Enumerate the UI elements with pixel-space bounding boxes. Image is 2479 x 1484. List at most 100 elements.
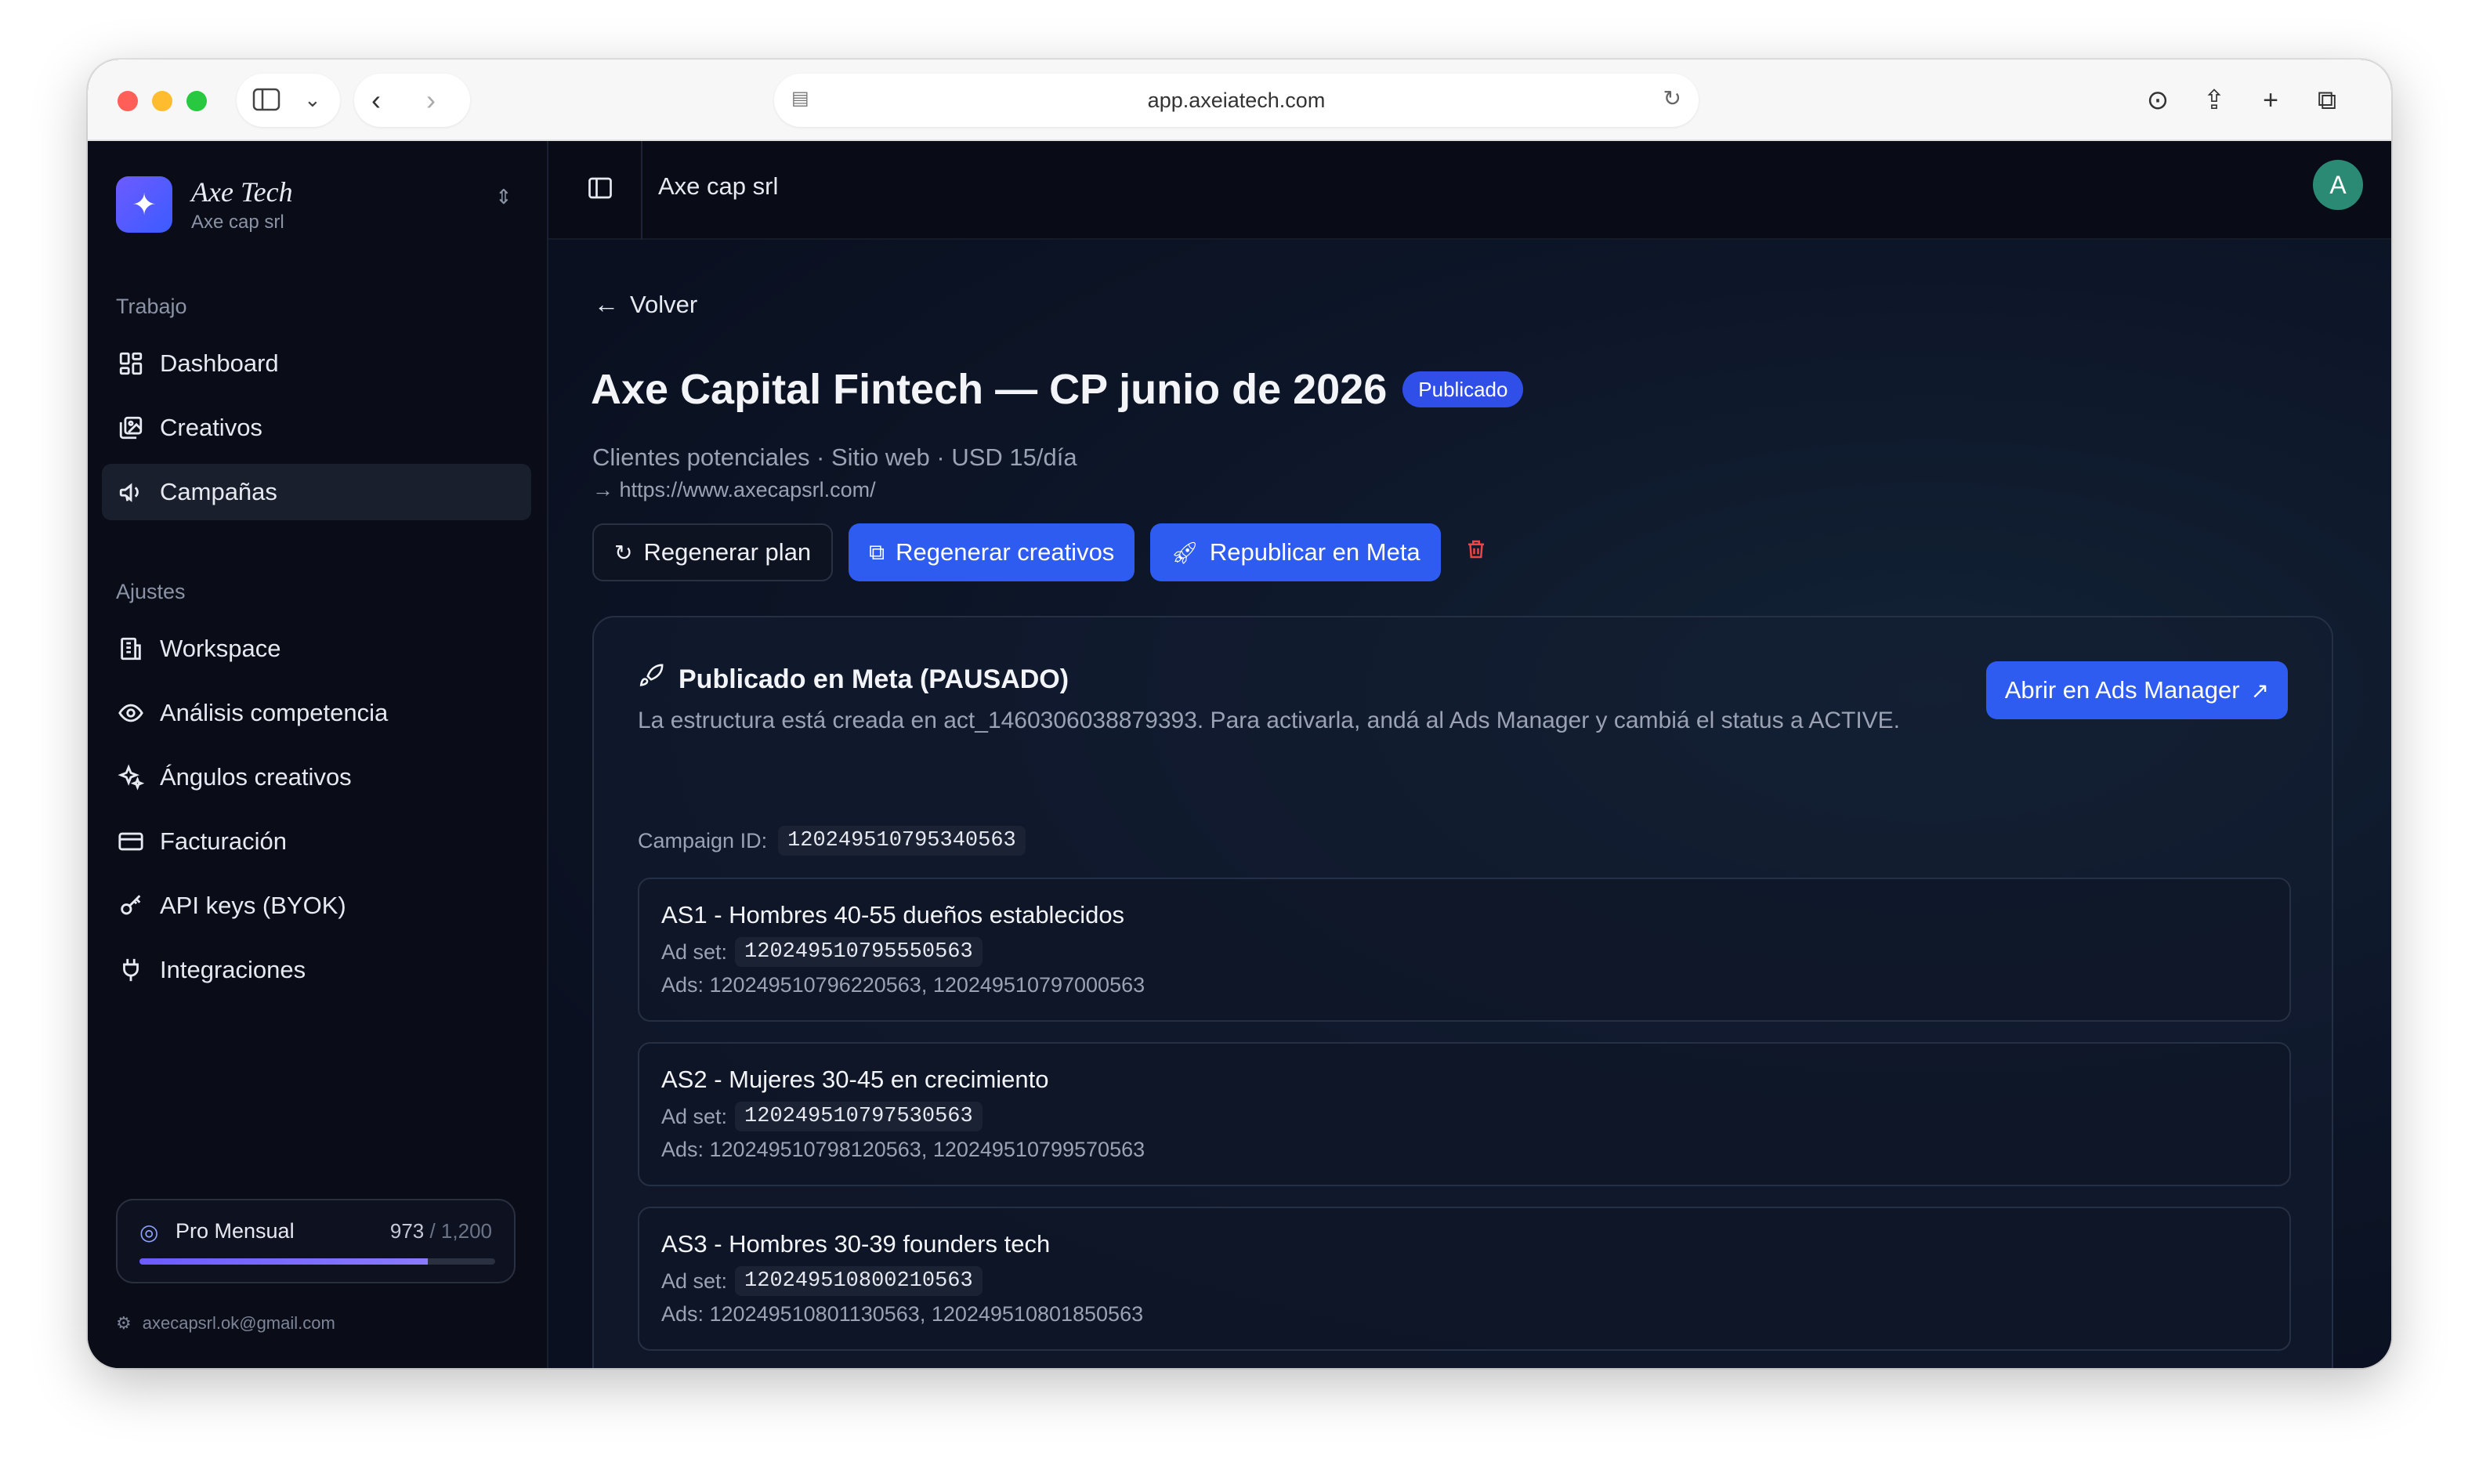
sidebar-item-label: Campañas (160, 478, 277, 505)
chevron-up-down-icon[interactable]: ⇕ (495, 185, 512, 209)
chevron-down-icon[interactable]: ⌄ (304, 89, 321, 110)
adset-name: AS1 - Hombres 40-55 dueños establecidos (661, 901, 1125, 928)
forward-arrow-icon[interactable]: › (426, 86, 436, 114)
sidebar-item-api-keys[interactable]: API keys (BYOK) (102, 878, 531, 934)
adset-card: AS3 - Hombres 30-39 founders tech Ad set… (638, 1207, 2291, 1351)
url-text: app.axeiatech.com (1147, 88, 1326, 112)
adset-label: Ad set: (661, 939, 728, 964)
new-tab-icon[interactable]: + (2244, 74, 2297, 127)
plan-usage-card[interactable]: ◎ Pro Mensual 973 / 1,200 (116, 1199, 516, 1283)
arrow-left-icon: ← (594, 290, 619, 318)
building-icon (116, 634, 146, 664)
plan-progress-fill (139, 1258, 428, 1265)
campaign-subtitle: Clientes potenciales · Sitio web · USD 1… (592, 443, 1077, 471)
reload-icon[interactable]: ↻ (1663, 88, 1681, 110)
minimize-window-button[interactable] (152, 91, 172, 111)
tabs-overview-icon[interactable]: ⧉ (2300, 74, 2354, 127)
campaign-id-label: Campaign ID: (638, 828, 768, 852)
account-row[interactable]: ⚙ axecapsrl.ok@gmail.com (116, 1313, 335, 1334)
sidebar-item-creativos[interactable]: Creativos (102, 400, 531, 456)
sidebar-item-label: Integraciones (160, 956, 306, 983)
sidebar: ✦ Axe Tech Axe cap srl ⇕ Trabajo Dashboa… (88, 141, 548, 1368)
page-icon: ▤ (791, 88, 809, 109)
back-label: Volver (630, 290, 698, 318)
topbar: Axe cap srl A (548, 141, 2391, 240)
page-title: Axe Capital Fintech — CP junio de 2026 (591, 366, 1388, 413)
images-icon (116, 413, 146, 443)
sidebar-item-facturacion[interactable]: Facturación (102, 813, 531, 870)
sidebar-item-campanas[interactable]: Campañas (102, 464, 531, 520)
sidebar-item-integraciones[interactable]: Integraciones (102, 942, 531, 998)
plan-progress-bar (139, 1258, 495, 1265)
plug-icon (116, 955, 146, 985)
sidebar-item-label: Análisis competencia (160, 699, 389, 726)
status-badge: Publicado (1402, 371, 1524, 407)
adset-id-value[interactable]: 120249510800210563 (735, 1266, 983, 1296)
campaign-id-row: Campaign ID: 120249510795340563 (638, 826, 1026, 856)
sidebar-item-dashboard[interactable]: Dashboard (102, 335, 531, 392)
workspace-switcher[interactable]: ✦ Axe Tech Axe cap srl (116, 176, 293, 233)
brand-subtitle: Axe cap srl (191, 212, 284, 233)
external-link-icon: ↗ (2250, 678, 2269, 703)
gear-icon[interactable]: ⚙ (116, 1313, 132, 1334)
back-arrow-icon[interactable]: ‹ (371, 86, 381, 114)
dashboard-icon (116, 349, 146, 378)
rocket-icon (638, 663, 664, 696)
regenerate-plan-button[interactable]: ↻ Regenerar plan (592, 523, 834, 581)
plan-total: / 1,200 (429, 1219, 492, 1243)
back-link[interactable]: ← Volver (594, 290, 697, 319)
open-ads-manager-button[interactable]: Abrir en Ads Manager ↗ (1985, 661, 2288, 719)
sidebar-item-label: Ángulos creativos (160, 763, 352, 791)
adset-name: AS2 - Mujeres 30-45 en crecimiento (661, 1066, 1049, 1093)
megaphone-icon (116, 477, 146, 507)
key-icon (116, 891, 146, 921)
regenerate-creatives-button[interactable]: ⧉ Regenerar creativos (849, 523, 1135, 581)
section-label-settings: Ajustes (116, 580, 186, 603)
browser-sidebar-toggle[interactable]: ⌄ (237, 74, 340, 127)
zoom-window-button[interactable] (186, 91, 207, 111)
regenerate-creatives-label: Regenerar creativos (896, 538, 1115, 566)
sidebar-item-label: Creativos (160, 414, 262, 441)
browser-toolbar: ⌄ ‹ › ▤ app.axeiatech.com ↻ ⊙ ⇪ + ⧉ (88, 60, 2391, 141)
main-content: Axe cap srl A ← Volver Axe Capital Finte… (548, 141, 2391, 1368)
adset-card: AS2 - Mujeres 30-45 en crecimiento Ad se… (638, 1042, 2291, 1186)
plan-usage-count: 973 / 1,200 (390, 1219, 492, 1243)
republish-meta-button[interactable]: 🚀︎ Republicar en Meta (1150, 523, 1441, 581)
refresh-icon: ↻ (614, 540, 633, 565)
close-window-button[interactable] (118, 91, 138, 111)
account-email: axecapsrl.ok@gmail.com (142, 1313, 335, 1333)
card-description: La estructura está creada en act_1460306… (638, 708, 1901, 733)
adset-id-value[interactable]: 120249510795550563 (735, 937, 983, 967)
section-label-work: Trabajo (116, 295, 187, 318)
sidebar-item-workspace[interactable]: Workspace (102, 621, 531, 677)
sidebar-item-angulos-creativos[interactable]: Ángulos creativos (102, 749, 531, 805)
credits-icon: ◎ (139, 1220, 159, 1244)
sidebar-toggle-icon[interactable] (586, 174, 617, 205)
sidebar-icon (252, 88, 280, 116)
action-buttons: ↻ Regenerar plan ⧉ Regenerar creativos 🚀… (592, 523, 1488, 581)
card-header: Publicado en Meta (PAUSADO) (638, 663, 1069, 696)
campaign-url[interactable]: → https://www.axecapsrl.com/ (592, 478, 876, 502)
adset-id-value[interactable]: 120249510797530563 (735, 1102, 983, 1131)
address-bar[interactable]: ▤ app.axeiatech.com ↻ (774, 74, 1699, 127)
trash-icon[interactable] (1464, 537, 1488, 568)
open-ads-manager-label: Abrir en Ads Manager (2004, 676, 2240, 704)
eye-icon (116, 698, 146, 728)
regenerate-plan-label: Regenerar plan (643, 538, 812, 566)
adset-id-row: Ad set: 120249510795550563 (661, 937, 983, 967)
sidebar-item-label: API keys (BYOK) (160, 892, 346, 919)
images-icon: ⧉ (869, 539, 885, 564)
share-icon[interactable]: ⇪ (2188, 74, 2241, 127)
sparkles-icon (116, 762, 146, 792)
browser-navigation: ‹ › (354, 74, 470, 127)
plan-name: Pro Mensual (176, 1219, 295, 1243)
topbar-divider (641, 141, 642, 240)
download-icon[interactable]: ⊙ (2131, 74, 2184, 127)
adset-card: AS1 - Hombres 40-55 dueños establecidos … (638, 878, 2291, 1022)
credit-card-icon (116, 827, 146, 856)
campaign-id-value[interactable]: 120249510795340563 (778, 826, 1026, 856)
sidebar-item-analisis-competencia[interactable]: Análisis competencia (102, 685, 531, 741)
avatar[interactable]: A (2313, 160, 2363, 210)
adset-ads: Ads: 120249510801130563, 120249510801850… (661, 1302, 1144, 1326)
meta-publication-card: Publicado en Meta (PAUSADO) La estructur… (592, 616, 2333, 1368)
